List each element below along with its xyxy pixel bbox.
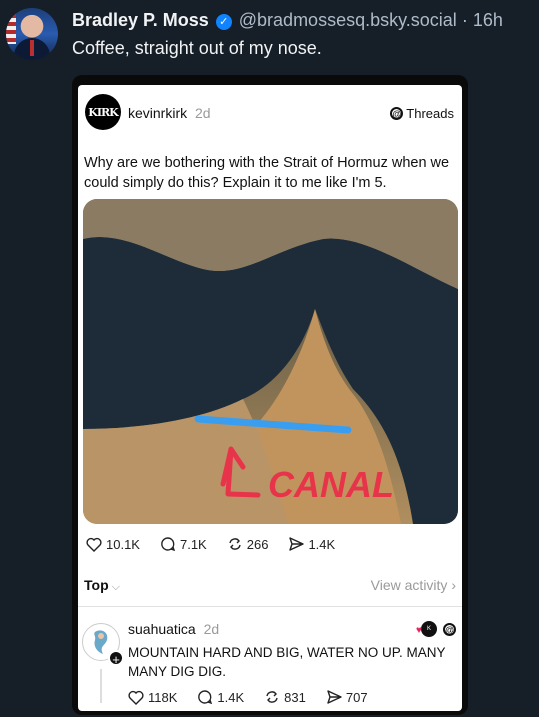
post-header: Bradley P. Moss ✓ @bradmossesq.bsky.soci… <box>72 10 503 31</box>
chevron-down-icon: ⌵ <box>111 581 120 593</box>
heart-icon <box>128 690 144 705</box>
comment-icon <box>161 537 176 552</box>
reply-user-line: suahuatica 2d <box>128 621 219 637</box>
threads-user-line: kevinrkirk 2d <box>128 105 211 121</box>
share-icon <box>289 537 305 551</box>
threads-stats: 10.1K 7.1K 266 1.4K <box>86 536 335 552</box>
divider <box>78 606 462 607</box>
liked-by-author-avatar: ♥ K <box>416 621 437 637</box>
author-handle[interactable]: @bradmossesq.bsky.social <box>239 10 457 30</box>
reply-repost-count: 831 <box>284 689 306 705</box>
canal-label: CANAL <box>268 464 394 505</box>
reply-like-count: 118K <box>148 689 178 705</box>
satellite-map-image: CANAL <box>83 199 458 524</box>
reply-share-stat[interactable]: 707 <box>326 689 368 705</box>
threads-age: 2d <box>195 105 211 121</box>
share-icon <box>327 690 342 704</box>
map-drawing: CANAL <box>83 199 458 524</box>
share-stat[interactable]: 1.4K <box>288 536 335 552</box>
comment-stat[interactable]: 7.1K <box>160 536 207 552</box>
share-count: 1.4K <box>308 536 336 552</box>
reply-body: MOUNTAIN HARD AND BIG, WATER NO UP. MANY… <box>128 645 446 679</box>
chevron-right-icon: › <box>451 577 456 593</box>
heart-icon: ♥ <box>416 625 422 636</box>
reply-comment-count: 1.4K <box>217 689 245 705</box>
reply-age: 2d <box>203 621 220 637</box>
thread-line <box>100 669 102 703</box>
threads-icon: @ <box>443 622 456 636</box>
repost-icon <box>266 691 278 703</box>
post-text: Coffee, straight out of my nose. <box>72 38 322 58</box>
reply-badges: ♥ K @ <box>416 621 456 637</box>
verified-badge-icon: ✓ <box>215 14 232 30</box>
threads-icon: @ <box>390 107 404 120</box>
kevinrkirk-avatar: KIRK <box>85 94 121 130</box>
view-activity-link[interactable]: View activity › <box>371 577 456 593</box>
threads-username: kevinrkirk <box>128 105 188 121</box>
threads-screenshot: KIRK kevinrkirk 2d @ Threads Why are we … <box>78 85 462 711</box>
view-activity-label: View activity <box>370 577 448 593</box>
threads-body: Why are we bothering with the Strait of … <box>84 155 450 191</box>
comment-icon <box>198 690 213 705</box>
reply-repost-stat[interactable]: 831 <box>264 689 306 705</box>
sort-bar: Top ⌵ View activity › <box>84 577 456 594</box>
threads-platform: Threads <box>406 106 454 121</box>
heart-icon <box>86 537 102 552</box>
reply-share-count: 707 <box>345 689 368 705</box>
repost-count: 266 <box>246 536 269 552</box>
threads-badge: @ Threads <box>390 106 454 121</box>
repost-icon <box>229 538 241 550</box>
follow-plus-icon: + <box>108 650 124 667</box>
like-count: 10.1K <box>106 536 140 552</box>
embedded-image[interactable]: KIRK kevinrkirk 2d @ Threads Why are we … <box>72 75 468 715</box>
repost-stat[interactable]: 266 <box>227 536 269 552</box>
reply-like-stat[interactable]: 118K <box>128 689 177 705</box>
like-stat[interactable]: 10.1K <box>86 537 140 552</box>
author-avatar[interactable] <box>6 8 58 60</box>
author-name[interactable]: Bradley P. Moss <box>72 10 209 30</box>
reply-comment-stat[interactable]: 1.4K <box>197 689 244 705</box>
avatar-tie <box>30 40 34 56</box>
post-time[interactable]: 16h <box>473 10 503 30</box>
post-separator: · <box>461 10 468 30</box>
sort-top[interactable]: Top <box>84 577 109 593</box>
reply-stats: 118K 1.4K 831 707 <box>128 689 368 705</box>
reply-username: suahuatica <box>128 621 196 637</box>
comment-count: 7.1K <box>179 536 207 552</box>
flag-decoration <box>6 14 16 44</box>
